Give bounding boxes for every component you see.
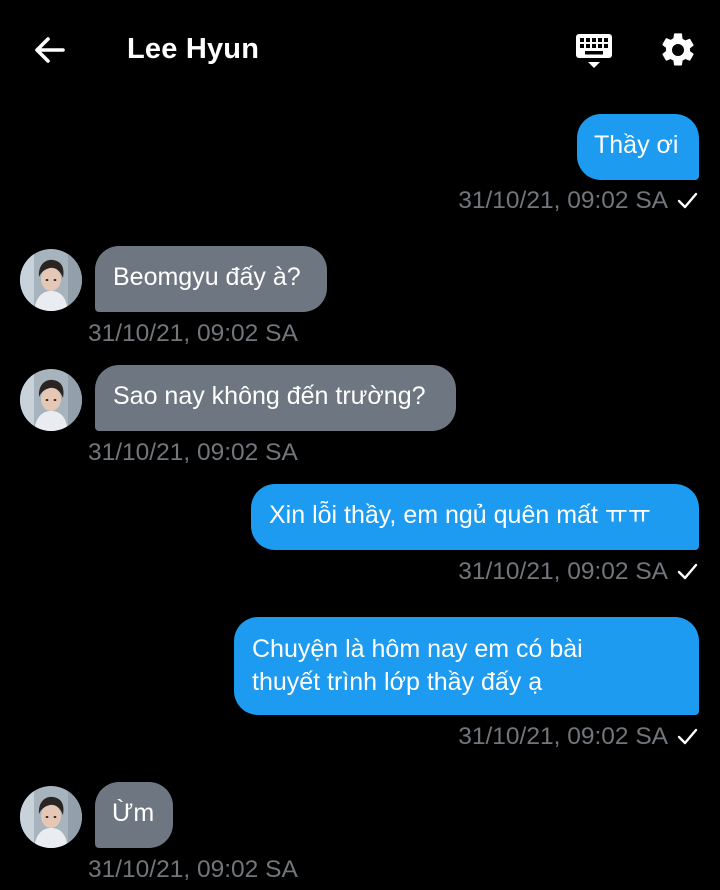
outgoing-message-bubble[interactable]: Chuyện là hôm nay em có bài thuyết trình… (234, 617, 699, 715)
checkmark-icon (676, 725, 698, 747)
message-text: Sao nay không đến trường? (113, 382, 426, 410)
outgoing-message-bubble[interactable]: Thầy ơi (577, 114, 699, 180)
avatar[interactable] (20, 249, 82, 311)
keyboard-button[interactable] (574, 30, 614, 72)
message-text: Thầy ơi (594, 131, 679, 159)
back-button[interactable] (30, 30, 70, 70)
message-text: Beomgyu đấy à? (113, 263, 301, 291)
avatar[interactable] (20, 369, 82, 431)
message-timestamp: 31/10/21, 09:02 SA (88, 320, 298, 347)
settings-button[interactable] (658, 30, 698, 70)
message-text: Ừm (112, 799, 155, 827)
message-timestamp: 31/10/21, 09:02 SA (458, 557, 698, 587)
checkmark-icon (676, 189, 698, 211)
incoming-message-bubble[interactable]: Ừm (95, 782, 173, 848)
keyboard-icon (576, 34, 612, 68)
message-text-line: thuyết trình lớp thầy đấy ạ (252, 668, 543, 696)
incoming-message-bubble[interactable]: Beomgyu đấy à? (95, 246, 327, 312)
gear-icon (662, 33, 694, 66)
chat-header: Lee Hyun (0, 0, 720, 100)
message-text-line: Chuyện là hôm nay em có bài (252, 635, 583, 663)
message-timestamp: 31/10/21, 09:02 SA (458, 186, 698, 216)
avatar[interactable] (20, 786, 82, 848)
checkmark-icon (676, 560, 698, 582)
message-text: Xin lỗi thầy, em ngủ quên mất ㅠㅠ (269, 501, 651, 529)
arrow-left-icon (35, 37, 65, 63)
outgoing-message-bubble[interactable]: Xin lỗi thầy, em ngủ quên mất ㅠㅠ (251, 484, 699, 550)
message-timestamp: 31/10/21, 09:02 SA (88, 856, 298, 883)
message-timestamp: 31/10/21, 09:02 SA (458, 722, 698, 752)
conversation-title[interactable]: Lee Hyun (127, 31, 259, 67)
incoming-message-bubble[interactable]: Sao nay không đến trường? (95, 365, 456, 431)
message-timestamp: 31/10/21, 09:02 SA (88, 439, 298, 466)
